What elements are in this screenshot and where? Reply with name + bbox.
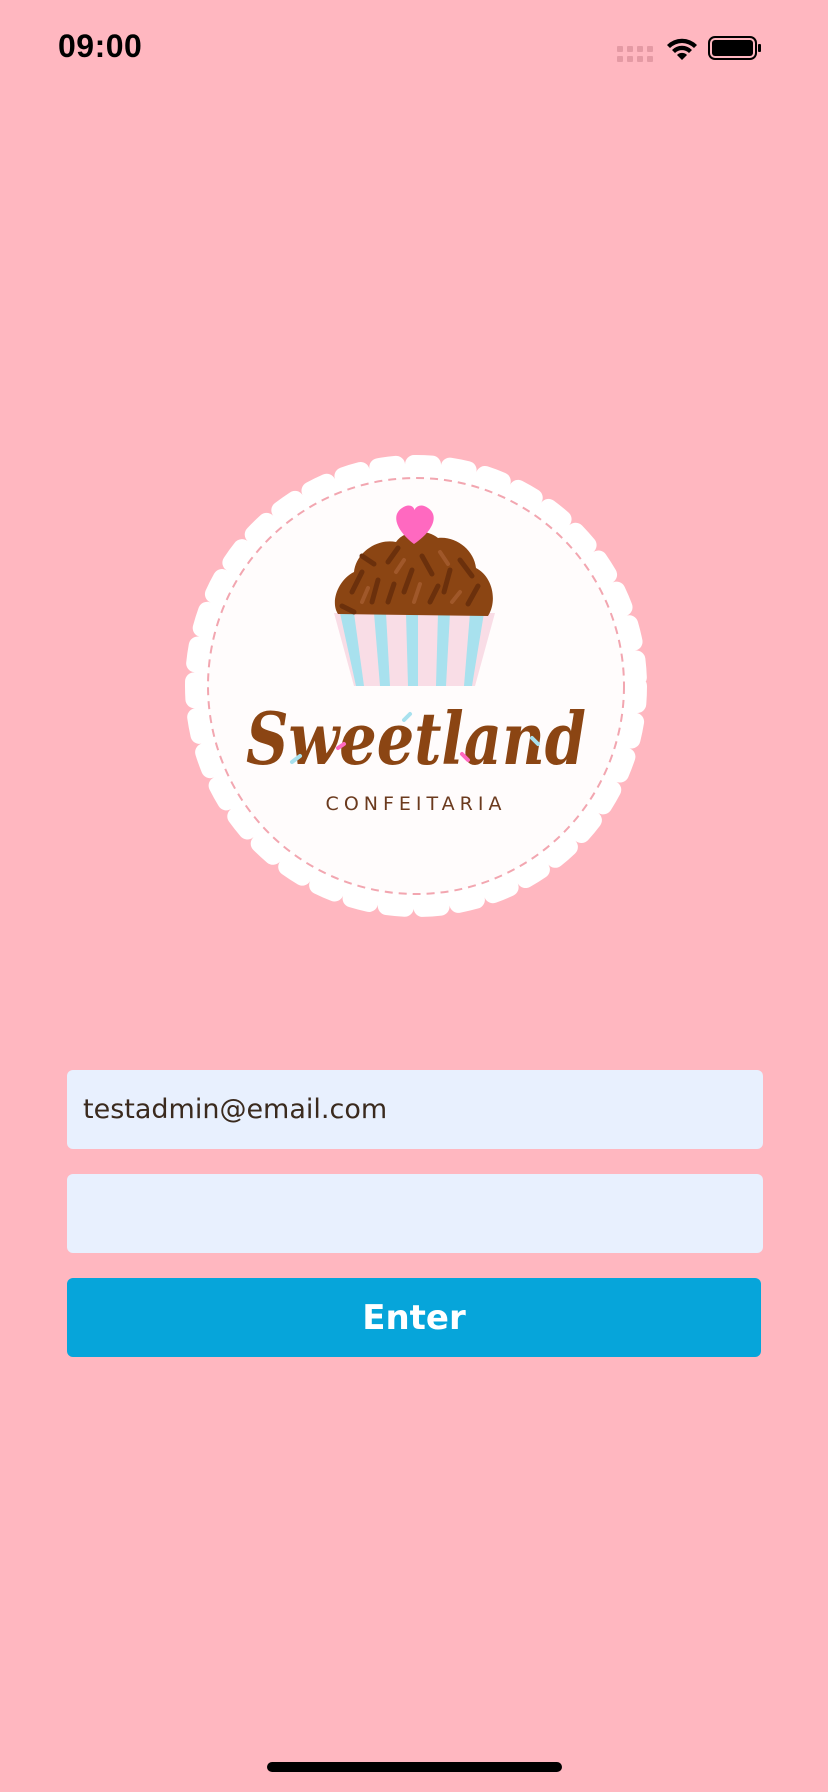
password-field[interactable] — [67, 1174, 763, 1253]
status-time: 09:00 — [58, 28, 143, 64]
wifi-icon — [667, 38, 697, 60]
enter-button[interactable]: Enter — [67, 1278, 761, 1357]
status-bar: 09:00 — [0, 0, 828, 100]
email-field[interactable] — [67, 1070, 763, 1149]
cellular-signal-icon — [617, 46, 653, 62]
battery-icon — [708, 36, 761, 60]
sweetland-logo: Sweetland CONFEITARIA — [185, 455, 647, 917]
home-indicator[interactable] — [267, 1762, 562, 1772]
brand-tagline: CONFEITARIA — [326, 793, 507, 815]
